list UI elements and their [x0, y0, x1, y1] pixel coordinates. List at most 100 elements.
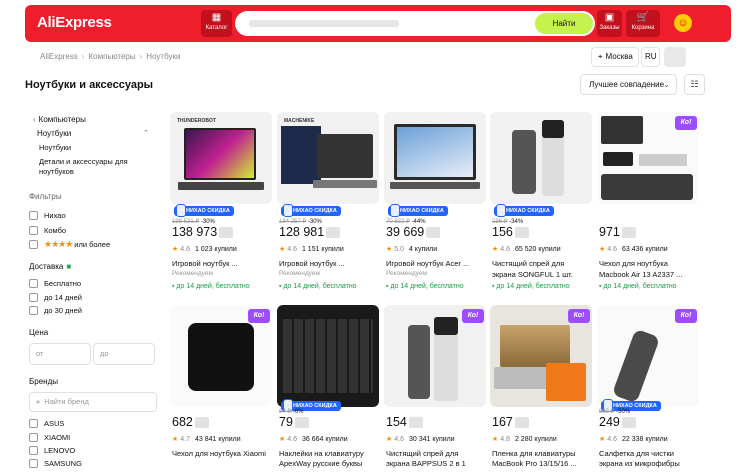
old-price-line: 84 ₽ -6% [279, 408, 304, 415]
checkbox[interactable] [29, 279, 38, 288]
subcategory-laptops[interactable]: Ноутбуки [39, 143, 71, 152]
product-name[interactable]: Чистящий спрей для [386, 449, 486, 458]
filter-nihao[interactable]: Нихао [29, 211, 66, 220]
filter-combo[interactable]: Комбо [29, 226, 66, 235]
delivery-title-label: Доставка [29, 262, 64, 271]
avatar-icon[interactable]: ☺ [674, 14, 692, 32]
account-area[interactable]: ☺ [665, 10, 727, 37]
brand-label: SAMSUNG [44, 459, 82, 468]
product-image[interactable]: THUNDEROBOT [170, 112, 272, 204]
city-selector[interactable]: ⌖ Москва [591, 47, 639, 67]
orders-button[interactable]: ▣ Заказы [597, 10, 622, 37]
delivery-option-label: Бесплатно [44, 279, 82, 288]
product-image[interactable] [490, 112, 592, 204]
bought-count: 63 436 купили [621, 246, 668, 253]
checkbox[interactable] [29, 419, 38, 428]
image-brand-text: THUNDEROBOT [177, 118, 216, 124]
product-name[interactable]: Игровой ноутбук ... [279, 259, 379, 268]
star-rating-icon: ★★★★ [44, 239, 73, 249]
product-name[interactable]: Наклейки на клавиатуру [279, 449, 379, 458]
currency-selector-blurred[interactable] [664, 47, 686, 67]
price-value: 249 [599, 415, 620, 429]
price-from-input[interactable]: от [29, 343, 91, 365]
product-name[interactable]: Чехол для ноутбука [599, 259, 699, 268]
subcategory-laptop-parts[interactable]: Детали и аксессуары для ноутбуков [39, 157, 149, 177]
kor-badge: Ко! [568, 309, 590, 323]
cart-button[interactable]: 🛒 Корзина [626, 10, 660, 37]
price: 154 [386, 415, 423, 429]
product-name-line2[interactable]: экрана из микрофибры [599, 459, 699, 468]
product-name-line2[interactable]: ApexWay русские буквы [279, 459, 379, 468]
star-icon: ★ [386, 436, 393, 443]
filter-label: Нихао [44, 211, 66, 220]
search-input[interactable] [247, 16, 527, 31]
delivery-free[interactable]: Бесплатно [29, 279, 81, 288]
product-name[interactable]: Салфетка для чистки [599, 449, 699, 458]
product-image[interactable] [384, 112, 486, 204]
brand-xiaomi[interactable]: XIAOMI [29, 433, 70, 442]
aliexpress-logo[interactable]: AliExpress [37, 14, 112, 31]
product-name[interactable]: Чехол для ноутбука Xiaomi [172, 449, 272, 458]
product-name[interactable]: Чистящий спрей для [492, 259, 592, 268]
product-image[interactable]: Ко! [597, 112, 699, 204]
checkbox[interactable] [29, 446, 38, 455]
product-image[interactable]: Ко! [384, 305, 486, 407]
price: 79 [279, 415, 309, 429]
old-price-line: 236 ₽ -34% [492, 218, 523, 225]
product-image[interactable]: Ко! [490, 305, 592, 407]
checkbox[interactable] [29, 306, 38, 315]
product-name-line2[interactable]: Macbook Air 13 A2337 ... [599, 270, 699, 279]
price-to-input[interactable]: до [93, 343, 155, 365]
checkbox[interactable] [29, 240, 38, 249]
filter-rating[interactable]: ★★★★ или более [29, 239, 110, 250]
breadcrumb-item[interactable]: Компьютеры [88, 52, 135, 61]
search-icon: ⌕ [36, 397, 41, 406]
search-button[interactable]: Найти [535, 13, 593, 34]
brand-label: LENOVO [44, 446, 76, 455]
rating-value: 4.7 [180, 436, 190, 443]
star-icon: ★ [279, 436, 286, 443]
rating-label: или более [74, 240, 111, 249]
price-cents-blurred [408, 417, 423, 429]
price: 128 981 [279, 225, 341, 239]
checkbox[interactable] [29, 211, 38, 220]
category-parent-link[interactable]: ‹ Компьютеры [33, 115, 86, 124]
sort-dropdown[interactable]: Лучшее совпадение ⌄ [580, 74, 677, 95]
brand-samsung[interactable]: SAMSUNG [29, 459, 82, 468]
delivery-title: Доставка ■ [29, 262, 71, 271]
product-name[interactable]: Игровой ноутбук ... [172, 259, 272, 268]
price-value: 156 [492, 225, 513, 239]
language-selector[interactable]: RU [641, 47, 660, 67]
view-toggle-button[interactable]: ☷ [684, 74, 705, 95]
product-name-line2[interactable]: экрана SONGFUL 1 шт. [492, 270, 592, 279]
catalog-button[interactable]: ▦ Каталог [201, 10, 232, 37]
chevron-up-icon[interactable]: ⌃ [143, 129, 149, 137]
brands-title: Бренды [29, 377, 58, 386]
brand-asus[interactable]: ASUS [29, 419, 64, 428]
delivery-14[interactable]: до 14 дней [29, 293, 82, 302]
product-image[interactable]: Ко! [170, 305, 272, 407]
truck-icon: ▪ [599, 283, 602, 290]
checkbox[interactable] [29, 433, 38, 442]
laptop-display-art [186, 130, 254, 178]
checkbox[interactable] [29, 459, 38, 468]
checkbox[interactable] [29, 226, 38, 235]
catalog-label: Каталог [205, 25, 228, 31]
product-image[interactable]: MACHENIKE [277, 112, 379, 204]
category-current[interactable]: Ноутбуки [37, 129, 71, 138]
nihao-discount-badge: НИХАО СКИДКА [494, 204, 554, 217]
breadcrumb-item[interactable]: AliExpress [40, 52, 78, 61]
product-name[interactable]: Пленка для клавиатуры [492, 449, 592, 458]
brand-lenovo[interactable]: LENOVO [29, 446, 75, 455]
price: 156 [492, 225, 529, 239]
product-image[interactable] [277, 305, 379, 407]
price-cents-blurred [426, 227, 441, 239]
delivery-30[interactable]: до 30 дней [29, 306, 82, 315]
product-name-line2[interactable]: MacBook Pro 13/15/16 ... [492, 459, 592, 468]
product-image[interactable]: Ко! [597, 305, 699, 407]
breadcrumb-item[interactable]: Ноутбуки [146, 52, 180, 61]
product-name[interactable]: Игровой ноутбук Acer ... [386, 259, 486, 268]
product-name-line2[interactable]: экрана BAPPSUS 2 в 1 [386, 459, 486, 468]
checkbox[interactable] [29, 293, 38, 302]
brand-search-input[interactable]: ⌕ Найти бренд [29, 392, 157, 412]
